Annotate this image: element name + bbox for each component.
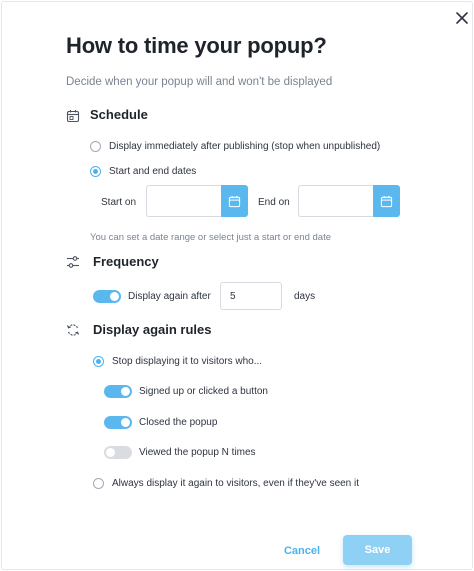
- condition-label: Signed up or clicked a button: [139, 386, 268, 397]
- start-calendar-button[interactable]: [221, 185, 248, 217]
- calendar-icon: [228, 195, 241, 207]
- close-icon[interactable]: [452, 8, 472, 28]
- end-date-input[interactable]: [298, 185, 373, 217]
- rules-title: Display again rules: [93, 322, 212, 337]
- frequency-title: Frequency: [93, 254, 159, 269]
- timing-dialog: How to time your popup? Decide when your…: [1, 1, 473, 570]
- schedule-title: Schedule: [90, 107, 148, 122]
- radio-stop[interactable]: [93, 356, 104, 367]
- signed-up-toggle[interactable]: [104, 385, 132, 398]
- option-label: Start and end dates: [109, 166, 197, 177]
- condition-viewed: Viewed the popup N times: [104, 446, 256, 459]
- radio-dates[interactable]: [90, 166, 101, 177]
- dialog-subtitle: Decide when your popup will and won't be…: [66, 76, 333, 88]
- option-label: Stop displaying it to visitors who...: [112, 356, 263, 367]
- option-label: Display immediately after publishing (st…: [109, 141, 381, 152]
- cancel-button[interactable]: Cancel: [272, 538, 332, 564]
- viewed-n-times-toggle[interactable]: [104, 446, 132, 459]
- rules-option-stop[interactable]: Stop displaying it to visitors who...: [93, 356, 262, 367]
- display-again-days-input[interactable]: [220, 282, 282, 310]
- rules-option-always[interactable]: Always display it again to visitors, eve…: [93, 478, 359, 489]
- calendar-icon: [66, 110, 80, 123]
- schedule-option-immediate[interactable]: Display immediately after publishing (st…: [90, 141, 380, 152]
- frequency-row: Display again after: [93, 290, 211, 303]
- sliders-icon: [67, 256, 79, 268]
- end-label: End on: [258, 197, 290, 208]
- refresh-icon: [66, 324, 80, 336]
- dialog-title: How to time your popup?: [66, 33, 327, 58]
- schedule-option-dates[interactable]: Start and end dates: [90, 166, 196, 177]
- start-date-picker: [146, 185, 248, 217]
- radio-always[interactable]: [93, 478, 104, 489]
- condition-signed-up: Signed up or clicked a button: [104, 385, 268, 398]
- end-calendar-button[interactable]: [373, 185, 400, 217]
- display-again-toggle[interactable]: [93, 290, 121, 303]
- start-label: Start on: [101, 197, 137, 208]
- calendar-icon: [380, 195, 393, 207]
- days-unit: days: [294, 291, 316, 302]
- radio-immediate[interactable]: [90, 141, 101, 152]
- display-again-label: Display again after: [128, 291, 211, 302]
- condition-label: Viewed the popup N times: [139, 447, 256, 458]
- schedule-hint: You can set a date range or select just …: [90, 232, 331, 243]
- closed-popup-toggle[interactable]: [104, 416, 132, 429]
- condition-closed: Closed the popup: [104, 416, 217, 429]
- start-date-input[interactable]: [146, 185, 221, 217]
- option-label: Always display it again to visitors, eve…: [112, 478, 360, 489]
- condition-label: Closed the popup: [139, 417, 218, 428]
- end-date-picker: [298, 185, 400, 217]
- save-button[interactable]: Save: [343, 535, 412, 565]
